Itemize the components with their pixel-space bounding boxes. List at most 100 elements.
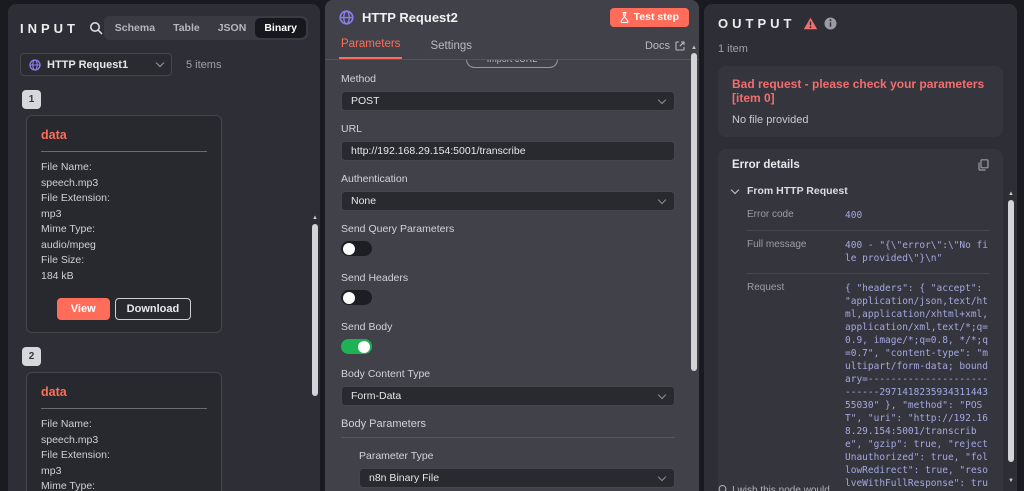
info-circle-icon[interactable] bbox=[824, 17, 837, 30]
docs-link[interactable]: Docs bbox=[645, 40, 685, 59]
input-source-label: HTTP Request1 bbox=[47, 58, 129, 71]
send-body-label: Send Body bbox=[341, 321, 393, 333]
input-scrollbar[interactable]: ▲ bbox=[311, 214, 319, 489]
input-panel: INPUT Schema Table JSON Binary HTTP Requ… bbox=[8, 4, 320, 491]
binary-key-title: data bbox=[41, 385, 67, 399]
file-size-value: 184 kB bbox=[41, 269, 74, 282]
http-request-node-icon bbox=[339, 9, 354, 25]
detail-row-error-code: Error code 400 bbox=[747, 201, 989, 231]
error-code-label: Error code bbox=[747, 209, 794, 220]
file-ext-label: File Extension: bbox=[41, 449, 110, 461]
import-curl-button[interactable]: Import cURL bbox=[466, 60, 558, 68]
detail-row-full-message: Full message 400 - "{\"error\":\"No file… bbox=[747, 231, 989, 274]
body-content-type-value: Form-Data bbox=[351, 390, 402, 402]
binary-data-card: data File Name: speech.mp3 File Extensio… bbox=[26, 372, 222, 491]
tab-schema[interactable]: Schema bbox=[106, 18, 164, 38]
download-button[interactable]: Download bbox=[114, 298, 192, 320]
globe-icon bbox=[29, 58, 41, 71]
send-query-parameters-label: Send Query Parameters bbox=[341, 223, 455, 235]
tab-table[interactable]: Table bbox=[164, 18, 209, 38]
input-view-tabs: Schema Table JSON Binary bbox=[103, 16, 308, 40]
node-title[interactable]: HTTP Request2 bbox=[362, 10, 458, 25]
tab-settings[interactable]: Settings bbox=[428, 34, 474, 59]
from-http-request-collapse[interactable]: From HTTP Request bbox=[730, 185, 989, 197]
body-parameters-section-label: Body Parameters bbox=[341, 418, 426, 430]
scroll-up-icon[interactable]: ▲ bbox=[690, 44, 698, 52]
file-name-value: speech.mp3 bbox=[41, 176, 99, 189]
test-step-button[interactable]: Test step bbox=[609, 7, 689, 27]
error-code-value: 400 bbox=[845, 210, 863, 221]
chevron-down-icon bbox=[657, 390, 667, 399]
error-banner-title: Bad request - please check your paramete… bbox=[732, 77, 985, 105]
error-banner-subtitle: No file provided bbox=[732, 114, 809, 126]
tab-parameters[interactable]: Parameters bbox=[339, 32, 403, 59]
full-message-value: 400 - "{\"error\":\"No file provided\"}\… bbox=[845, 240, 988, 264]
item-index-badge: 2 bbox=[22, 347, 41, 366]
flask-icon bbox=[620, 11, 629, 23]
request-value: { "headers": { "accept": "application/js… bbox=[845, 283, 988, 489]
input-panel-title: INPUT bbox=[20, 20, 79, 36]
authentication-select[interactable]: None bbox=[341, 191, 675, 211]
output-scrollbar[interactable]: ▲ ▼ bbox=[1007, 190, 1015, 485]
chevron-down-icon bbox=[730, 185, 740, 194]
tab-binary[interactable]: Binary bbox=[255, 18, 306, 38]
error-details-title: Error details bbox=[732, 159, 800, 171]
binary-key-title: data bbox=[41, 128, 67, 142]
file-name-label: File Name: bbox=[41, 418, 92, 430]
method-label: Method bbox=[341, 73, 377, 85]
file-name-label: File Name: bbox=[41, 161, 92, 173]
send-query-parameters-toggle[interactable] bbox=[341, 241, 372, 256]
scroll-up-icon[interactable]: ▲ bbox=[311, 214, 319, 222]
full-message-label: Full message bbox=[747, 239, 807, 250]
chevron-down-icon bbox=[657, 195, 667, 204]
item-index-badge: 1 bbox=[22, 90, 41, 109]
file-size-label: File Size: bbox=[41, 254, 85, 266]
node-feedback-label: I wish this node would... bbox=[732, 485, 839, 491]
parameter-type-label: Parameter Type bbox=[359, 450, 434, 462]
chevron-down-icon bbox=[657, 472, 667, 481]
copy-icon[interactable] bbox=[978, 159, 989, 171]
file-name-value: speech.mp3 bbox=[41, 433, 99, 446]
chevron-down-icon bbox=[155, 58, 165, 68]
error-banner: Bad request - please check your paramete… bbox=[718, 66, 1003, 137]
lightbulb-icon bbox=[718, 485, 727, 491]
body-content-type-label: Body Content Type bbox=[341, 368, 431, 380]
file-ext-value: mp3 bbox=[41, 464, 62, 477]
output-panel-title: OUTPUT bbox=[718, 16, 796, 31]
warning-triangle-icon bbox=[804, 17, 818, 30]
test-step-label: Test step bbox=[633, 11, 679, 23]
node-settings-panel: HTTP Request2 Test step Parameters Setti… bbox=[325, 0, 699, 491]
authentication-value: None bbox=[351, 195, 377, 207]
search-icon[interactable] bbox=[89, 21, 103, 35]
from-http-request-label: From HTTP Request bbox=[747, 185, 848, 197]
mime-type-value: audio/mpeg bbox=[41, 238, 96, 251]
send-body-toggle[interactable] bbox=[341, 339, 372, 354]
request-label: Request bbox=[747, 282, 785, 293]
url-input[interactable]: http://192.168.29.154:5001/transcribe bbox=[341, 141, 675, 161]
tab-json[interactable]: JSON bbox=[209, 18, 256, 38]
parameter-type-select[interactable]: n8n Binary File bbox=[359, 468, 675, 488]
parameter-type-value: n8n Binary File bbox=[369, 472, 440, 484]
send-headers-label: Send Headers bbox=[341, 272, 409, 284]
method-value: POST bbox=[351, 95, 380, 107]
scroll-down-icon[interactable]: ▼ bbox=[1007, 477, 1015, 485]
node-feedback-link[interactable]: I wish this node would... bbox=[718, 485, 838, 491]
parameters-scroll-area: Import cURL Method POST URL http://192.1… bbox=[325, 60, 699, 491]
external-link-icon bbox=[675, 41, 685, 51]
view-button[interactable]: View bbox=[56, 298, 110, 320]
method-select[interactable]: POST bbox=[341, 91, 675, 111]
authentication-label: Authentication bbox=[341, 173, 408, 185]
chevron-down-icon bbox=[657, 95, 667, 104]
docs-label: Docs bbox=[644, 40, 670, 52]
binary-data-card: data File Name: speech.mp3 File Extensio… bbox=[26, 115, 222, 333]
body-content-type-select[interactable]: Form-Data bbox=[341, 386, 675, 406]
parameters-scrollbar[interactable]: ▲ bbox=[690, 44, 698, 489]
mime-type-label: Mime Type: bbox=[41, 480, 96, 491]
input-source-select[interactable]: HTTP Request1 bbox=[20, 53, 172, 76]
scroll-up-icon[interactable]: ▲ bbox=[1007, 190, 1015, 198]
url-label: URL bbox=[341, 123, 363, 135]
file-ext-label: File Extension: bbox=[41, 192, 110, 204]
input-items-count: 5 items bbox=[186, 58, 222, 71]
mime-type-label: Mime Type: bbox=[41, 223, 96, 235]
send-headers-toggle[interactable] bbox=[341, 290, 372, 305]
